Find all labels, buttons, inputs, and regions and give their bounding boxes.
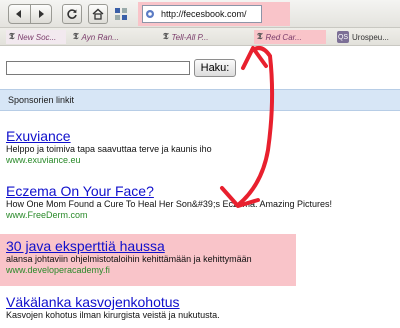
ad-title-link[interactable]: 30 java eksperttiä haussa (6, 238, 394, 254)
address-bar[interactable]: http://fecesbook.com/ (142, 5, 262, 23)
ad-url[interactable]: www.developeracademy.fi (6, 265, 394, 276)
bookmark-label: New Soc... (17, 32, 57, 42)
ad-title-link[interactable]: Väkälanka kasvojenkohotus (6, 294, 394, 310)
ad-item: Väkälanka kasvojenkohotus Kasvojen kohot… (6, 294, 394, 321)
forward-button[interactable] (29, 5, 52, 23)
url-text: http://fecesbook.com/ (161, 9, 247, 19)
reload-icon (67, 9, 77, 19)
nyt-icon: 𝕿 (9, 32, 15, 42)
ad-title-link[interactable]: Exuviance (6, 128, 394, 144)
url-highlight: http://fecesbook.com/ (138, 2, 290, 26)
nyt-icon: 𝕿 (163, 32, 169, 42)
bookmark-5[interactable]: QS Urospeu... (334, 30, 400, 44)
home-button[interactable] (88, 4, 108, 24)
nav-buttons (8, 4, 52, 24)
ad-description: How One Mom Found a Cure To Heal Her Son… (6, 199, 332, 209)
nyt-icon: 𝕿 (257, 32, 263, 42)
ad-item: Exuviance Helppo ja toimiva tapa saavutt… (6, 128, 394, 166)
bookmark-label: Tell-All P... (171, 32, 209, 42)
bookmark-label: Urospeu... (352, 32, 389, 42)
ad-item: Eczema On Your Face? How One Mom Found a… (6, 183, 394, 221)
ad-url[interactable]: www.exuviance.eu (6, 155, 394, 166)
bookmark-4[interactable]: 𝕿 Red Car... (254, 30, 326, 44)
search-button[interactable]: Haku: (194, 59, 236, 77)
bookmark-label: Red Car... (265, 32, 302, 42)
home-icon (92, 8, 104, 20)
search-input[interactable] (6, 61, 190, 75)
sponsored-links-header: Sponsorien linkit (0, 89, 400, 111)
ad-url[interactable]: www.FreeDerm.com (6, 210, 394, 221)
qs-icon: QS (337, 31, 349, 43)
forward-arrow-icon (38, 10, 44, 18)
bookmark-2[interactable]: 𝕿 Ayn Ran... (70, 30, 130, 44)
bookmark-1[interactable]: 𝕿 New Soc... (6, 30, 66, 44)
page-favicon-icon (143, 6, 157, 22)
annotation-curve (236, 46, 275, 207)
apps-button[interactable] (114, 4, 128, 24)
grid-icon (115, 8, 127, 20)
back-arrow-icon (16, 10, 22, 18)
annotation-arrowhead-top (241, 46, 268, 70)
browser-toolbar: http://fecesbook.com/ (0, 0, 400, 28)
ad-title-link[interactable]: Eczema On Your Face? (6, 183, 394, 199)
back-button[interactable] (9, 5, 30, 23)
sponsored-links-label: Sponsorien linkit (8, 95, 75, 105)
nyt-icon: 𝕿 (73, 32, 79, 42)
ad-description: alansa johtaviin ohjelmistotaloihin kehi… (6, 254, 252, 264)
ad-description: Kasvojen kohotus ilman kirurgista veistä… (6, 310, 220, 320)
bookmark-label: Ayn Ran... (81, 32, 119, 42)
ad-item: 30 java eksperttiä haussa alansa johtavi… (6, 238, 394, 276)
bookmark-3[interactable]: 𝕿 Tell-All P... (160, 30, 222, 44)
ad-description: Helppo ja toimiva tapa saavuttaa terve j… (6, 144, 212, 154)
bookmarks-bar: 𝕿 New Soc... 𝕿 Ayn Ran... 𝕿 Tell-All P..… (0, 28, 400, 46)
reload-button[interactable] (62, 4, 82, 24)
